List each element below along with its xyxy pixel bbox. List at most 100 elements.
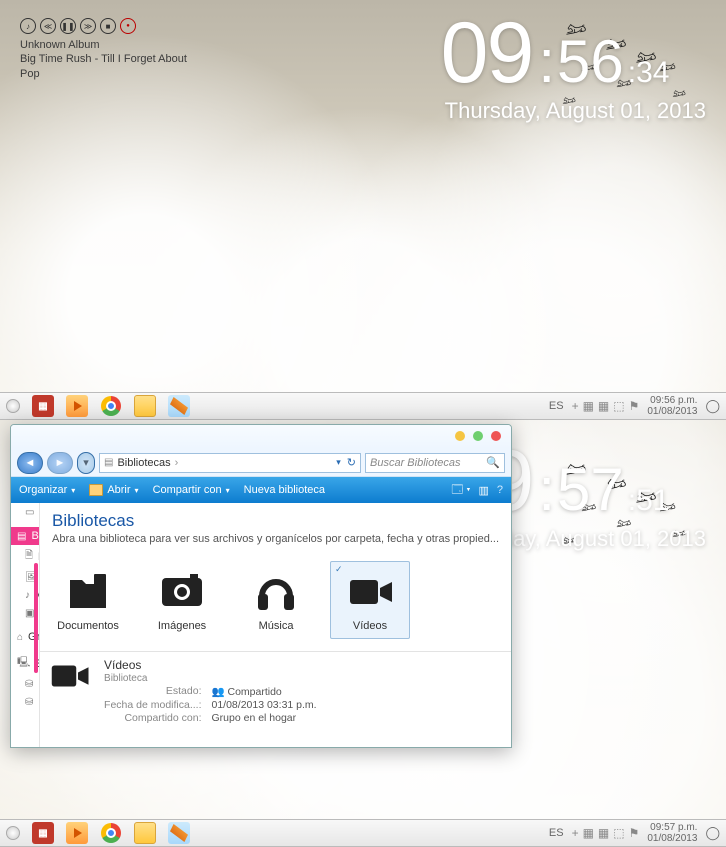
sidebar-item-disk-c[interactable]: ⛁Disco local (C:): [11, 675, 39, 693]
address-dropdown-icon[interactable]: ▾: [336, 457, 341, 468]
music-icon: ♪: [25, 590, 30, 601]
details-state-value: 👥 Compartido: [212, 685, 317, 698]
window-titlebar[interactable]: [11, 425, 511, 449]
taskbar-chrome[interactable]: [100, 395, 122, 417]
taskbar-paint[interactable]: [168, 395, 190, 417]
tray-app2-icon[interactable]: ▦: [598, 399, 609, 413]
address-bar[interactable]: ▤ Bibliotecas › ▾ ↻: [99, 453, 361, 473]
library-images[interactable]: Imágenes: [142, 561, 222, 639]
library-documents[interactable]: Documentos: [48, 561, 128, 639]
tray-icons: + ▦ ▦ ⬚ ⚑: [572, 826, 640, 840]
taskbar-chrome[interactable]: [100, 822, 122, 844]
taskbar: ▦ ES + ▦ ▦ ⬚ ⚑ 09:57 p.m. 01/08/2013 ◯: [0, 819, 726, 847]
details-videos-icon: [50, 658, 92, 697]
desktop-icon: ▭: [25, 507, 34, 518]
tray-network-icon[interactable]: ⬚: [613, 826, 624, 840]
documents-icon: 🗎: [25, 548, 33, 565]
tray-show-desktop[interactable]: ◯: [705, 825, 720, 841]
library-videos[interactable]: Vídeos: [330, 561, 410, 639]
media-genre: Pop: [20, 67, 187, 81]
media-record-button[interactable]: ●: [120, 18, 136, 34]
tray-app2-icon[interactable]: ▦: [598, 826, 609, 840]
details-shared-label: Compartido con:: [104, 712, 201, 724]
details-title: Vídeos: [104, 658, 317, 672]
libraries-icon: ▤: [104, 457, 113, 468]
tray-app-icon[interactable]: ▦: [583, 399, 594, 413]
taskbar-media-player[interactable]: [66, 395, 88, 417]
search-icon[interactable]: 🔍: [486, 456, 500, 469]
tray-plus-icon[interactable]: +: [572, 826, 579, 840]
start-button[interactable]: [6, 826, 20, 840]
taskbar-app-1[interactable]: ▦: [32, 822, 54, 844]
media-pause-button[interactable]: ❚❚: [60, 18, 76, 34]
media-app-icon[interactable]: ♪: [20, 18, 36, 34]
sidebar-item-desktop[interactable]: ▭Escritorio: [11, 503, 39, 521]
toolbar-open-button[interactable]: Abrir: [89, 484, 138, 496]
tray-date[interactable]: 01/08/2013: [647, 406, 697, 417]
media-album: Unknown Album: [20, 38, 187, 52]
music-icon: [252, 568, 300, 616]
tray-time[interactable]: 09:57 p.m.: [647, 822, 697, 833]
search-box[interactable]: Buscar Bibliotecas 🔍: [365, 453, 505, 473]
window-close-button[interactable]: [491, 431, 501, 441]
media-stop-button[interactable]: ■: [100, 18, 116, 34]
nav-history-button[interactable]: ▾: [77, 452, 95, 474]
clock-minutes: 57: [557, 460, 624, 520]
taskbar-media-player[interactable]: [66, 822, 88, 844]
media-track: Big Time Rush - Till I Forget About: [20, 52, 187, 66]
taskbar-app-1[interactable]: ▦: [32, 395, 54, 417]
toolbar-help-button[interactable]: ?: [497, 484, 503, 496]
media-player-widget: ♪ ≪ ❚❚ ≫ ■ ● Unknown Album Big Time Rush…: [20, 18, 187, 81]
clock-seconds: 51: [636, 484, 669, 518]
sidebar-scrollbar[interactable]: [34, 563, 38, 673]
tray-time[interactable]: 09:56 p.m.: [647, 395, 697, 406]
details-shared-value: Grupo en el hogar: [212, 712, 317, 724]
documents-icon: [64, 568, 112, 616]
tray-plus-icon[interactable]: +: [572, 399, 579, 413]
explorer-sidebar: ▭Escritorio ▤Bibliotecas 🗎Documentos 🖼Im…: [11, 503, 40, 747]
nav-forward-button[interactable]: ►: [47, 452, 73, 474]
sidebar-item-disk-d[interactable]: ⛁Disco local (D:): [11, 693, 39, 711]
taskbar-explorer[interactable]: [134, 395, 156, 417]
toolbar-share-button[interactable]: Compartir con: [153, 484, 230, 496]
media-prev-button[interactable]: ≪: [40, 18, 56, 34]
address-refresh-icon[interactable]: ↻: [347, 456, 356, 469]
drive-icon: ⛁: [25, 697, 33, 708]
details-mod-label: Fecha de modifica...:: [104, 699, 201, 711]
details-state-label: Estado:: [104, 685, 201, 698]
details-pane: Vídeos Biblioteca Estado: 👥 Compartido F…: [40, 651, 511, 730]
drive-icon: ⛁: [25, 679, 33, 690]
taskbar-explorer[interactable]: [134, 822, 156, 844]
media-next-button[interactable]: ≫: [80, 18, 96, 34]
tray-date[interactable]: 01/08/2013: [647, 833, 697, 844]
tray-language[interactable]: ES: [549, 827, 564, 839]
nav-back-button[interactable]: ◄: [17, 452, 43, 474]
clock-seconds: 34: [636, 56, 669, 90]
clock-minutes: 56: [557, 32, 624, 92]
tray-show-desktop[interactable]: ◯: [705, 398, 720, 414]
tray-app-icon[interactable]: ▦: [583, 826, 594, 840]
tray-language[interactable]: ES: [549, 400, 564, 412]
tray-network-icon[interactable]: ⬚: [613, 399, 624, 413]
details-mod-value: 01/08/2013 03:31 p.m.: [212, 699, 317, 711]
clock-widget: 09 : 56 : 34 Thursday, August 01, 2013: [441, 10, 706, 124]
start-button[interactable]: [6, 399, 20, 413]
explorer-window: ◄ ► ▾ ▤ Bibliotecas › ▾ ↻ Buscar Bibliot…: [10, 424, 512, 748]
address-text: Bibliotecas: [117, 457, 170, 469]
toolbar-newlib-button[interactable]: Nueva biblioteca: [244, 484, 325, 496]
folder-icon: [89, 484, 103, 496]
toolbar-view-button[interactable]: 🗔 ▾: [451, 481, 470, 500]
homegroup-icon: ⌂: [17, 632, 23, 643]
window-minimize-button[interactable]: [455, 431, 465, 441]
details-type: Biblioteca: [104, 673, 317, 684]
search-placeholder: Buscar Bibliotecas: [370, 457, 461, 469]
taskbar-paint[interactable]: [168, 822, 190, 844]
library-music[interactable]: Música: [236, 561, 316, 639]
toolbar-organize-button[interactable]: Organizar: [19, 484, 75, 496]
sidebar-item-libraries[interactable]: ▤Bibliotecas: [11, 527, 39, 545]
toolbar-preview-button[interactable]: ▥: [478, 484, 488, 497]
clock-date: Thursday, August 01, 2013: [441, 98, 706, 124]
window-maximize-button[interactable]: [473, 431, 483, 441]
tray-flag-icon[interactable]: ⚑: [629, 826, 640, 840]
tray-flag-icon[interactable]: ⚑: [629, 399, 640, 413]
